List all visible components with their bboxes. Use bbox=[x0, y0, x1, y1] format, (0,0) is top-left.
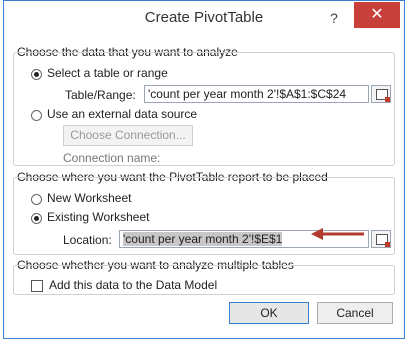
radio-external-source-label[interactable]: Use an external data source bbox=[47, 107, 197, 121]
radio-external-source[interactable] bbox=[31, 110, 42, 121]
radio-existing-worksheet[interactable] bbox=[31, 213, 42, 224]
title-bar: Create PivotTable ? ✕ bbox=[4, 1, 404, 35]
location-label: Location: bbox=[63, 233, 112, 247]
radio-new-worksheet-label[interactable]: New Worksheet bbox=[47, 191, 131, 205]
add-data-model-label[interactable]: Add this data to the Data Model bbox=[49, 278, 217, 292]
radio-select-range-label[interactable]: Select a table or range bbox=[47, 66, 168, 80]
help-button[interactable]: ? bbox=[321, 7, 347, 29]
choose-connection-button[interactable]: Choose Connection... bbox=[63, 125, 193, 146]
close-button[interactable]: ✕ bbox=[354, 2, 400, 28]
location-input-selected-text: 'count per year month 2'!$E$1 bbox=[123, 232, 283, 246]
radio-new-worksheet[interactable] bbox=[31, 194, 42, 205]
radio-existing-worksheet-label[interactable]: Existing Worksheet bbox=[47, 210, 150, 224]
red-arrow-annotation-icon bbox=[311, 228, 364, 240]
range-select-icon[interactable] bbox=[371, 85, 391, 103]
connection-name-label: Connection name: bbox=[63, 151, 161, 165]
cancel-button[interactable]: Cancel bbox=[317, 302, 393, 324]
table-range-input[interactable]: 'count per year month 2'!$A$1:$C$24 bbox=[144, 85, 369, 103]
location-range-select-icon[interactable] bbox=[371, 230, 391, 248]
add-data-model-checkbox[interactable] bbox=[31, 280, 43, 292]
create-pivottable-dialog: Create PivotTable ? ✕ Choose the data th… bbox=[3, 0, 405, 339]
ok-button[interactable]: OK bbox=[229, 302, 309, 324]
radio-select-range[interactable] bbox=[31, 69, 42, 80]
table-range-label: Table/Range: bbox=[65, 88, 136, 102]
